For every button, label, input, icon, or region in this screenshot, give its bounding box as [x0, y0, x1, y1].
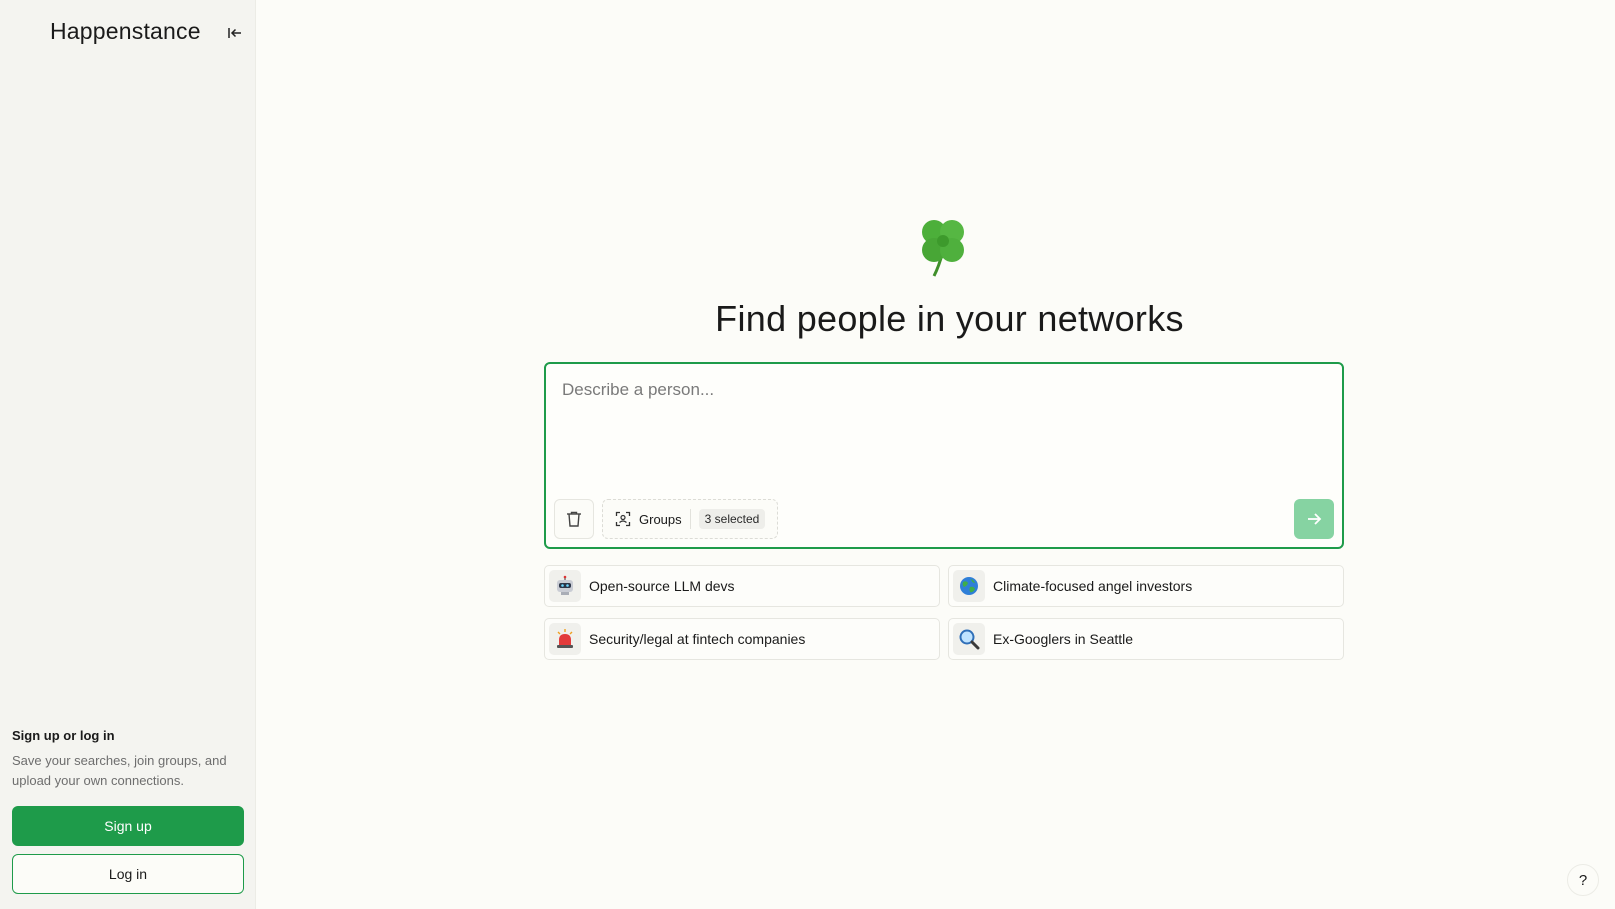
- auth-title: Sign up or log in: [12, 728, 115, 743]
- suggestion-label: Open-source LLM devs: [589, 578, 735, 594]
- auth-description: Save your searches, join groups, and upl…: [12, 753, 227, 788]
- sign-up-button[interactable]: Sign up: [12, 806, 244, 846]
- submit-search-button[interactable]: [1294, 499, 1334, 539]
- brand-title: Happenstance: [50, 18, 201, 44]
- trash-icon: [567, 511, 581, 527]
- help-button[interactable]: ?: [1567, 864, 1599, 896]
- suggestion-open-source-llm-devs[interactable]: Open-source LLM devs: [544, 565, 940, 607]
- describe-person-input[interactable]: [562, 380, 1322, 480]
- suggestion-security-legal-fintech[interactable]: Security/legal at fintech companies: [544, 618, 940, 660]
- magnifier-icon: [953, 623, 985, 655]
- page-headline: Find people in your networks: [715, 298, 1184, 339]
- groups-divider: [689, 509, 691, 529]
- groups-selected-badge: 3 selected: [698, 509, 766, 529]
- suggestion-climate-angel-investors[interactable]: Climate-focused angel investors: [948, 565, 1344, 607]
- arrow-right-icon: [1308, 513, 1322, 525]
- groups-label: Groups: [639, 511, 682, 527]
- globe-icon: [953, 570, 985, 602]
- log-in-button[interactable]: Log in: [12, 854, 244, 894]
- suggestion-label: Security/legal at fintech companies: [589, 631, 806, 647]
- collapse-sidebar-button[interactable]: [224, 22, 246, 44]
- sidebar: Happenstance Sign up or log in Save your…: [0, 0, 256, 909]
- groups-selector[interactable]: Groups 3 selected: [602, 499, 779, 539]
- suggestion-grid: Open-source LLM devs Climate-focused ang…: [544, 565, 1344, 660]
- suggestion-label: Ex-Googlers in Seattle: [993, 631, 1134, 647]
- collapse-left-icon: [228, 28, 241, 38]
- search-box: Groups 3 selected: [544, 362, 1344, 549]
- groups-scan-icon: [615, 511, 631, 527]
- siren-icon: [549, 623, 581, 655]
- suggestion-ex-googlers-seattle[interactable]: Ex-Googlers in Seattle: [948, 618, 1344, 660]
- four-leaf-clover-icon: [922, 220, 964, 277]
- suggestion-label: Climate-focused angel investors: [993, 578, 1193, 594]
- robot-icon: [549, 570, 581, 602]
- clear-search-button[interactable]: [554, 499, 594, 539]
- main-content: Find people in your networks Describe a …: [256, 0, 1615, 909]
- app-root: Happenstance Sign up or log in Save your…: [0, 0, 1615, 909]
- auth-panel: Sign up or log in Save your searches, jo…: [12, 728, 244, 894]
